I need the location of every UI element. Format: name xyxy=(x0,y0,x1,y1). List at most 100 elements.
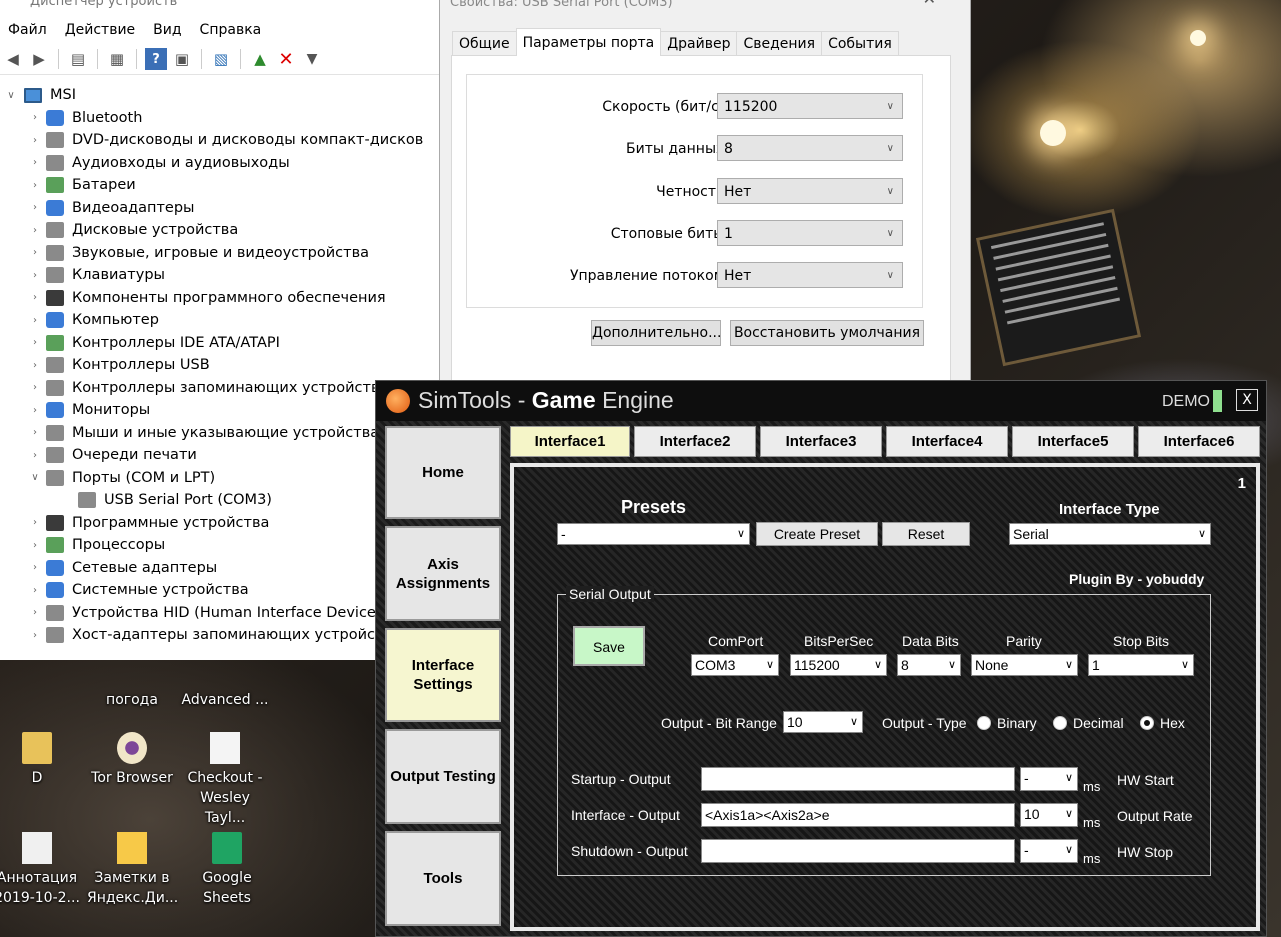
radio-decimal-icon[interactable] xyxy=(1053,716,1067,730)
chevron-right-icon[interactable]: › xyxy=(28,540,42,551)
chevron-right-icon[interactable]: › xyxy=(28,337,42,348)
chevron-right-icon[interactable]: › xyxy=(28,202,42,213)
chevron-right-icon[interactable]: › xyxy=(28,270,42,281)
desktop-icon-yandex-notes[interactable]: Заметки в Яндекс.Ди... xyxy=(87,832,178,908)
tab-events[interactable]: События xyxy=(821,31,899,56)
chevron-right-icon[interactable]: › xyxy=(28,247,42,258)
desktop-icon-annotation[interactable]: Аннотация 2019-10-2... xyxy=(0,832,82,908)
tab-interface2[interactable]: Interface2 xyxy=(634,426,756,457)
menu-view[interactable]: Вид xyxy=(153,22,181,38)
data-bits-select[interactable]: 8 ∨ xyxy=(717,135,903,161)
close-button[interactable]: X xyxy=(1236,389,1258,411)
side-interface-settings-button[interactable]: Interface Settings xyxy=(385,628,501,722)
chevron-right-icon[interactable]: › xyxy=(28,225,42,236)
databits-select[interactable]: 8 ∨ xyxy=(897,654,961,676)
side-home-button[interactable]: Home xyxy=(385,426,501,519)
tree-item[interactable]: › Контроллеры запоминающих устройств xyxy=(0,377,440,400)
startup-output-input[interactable] xyxy=(701,767,1015,791)
stopbits-select[interactable]: 1 ∨ xyxy=(1088,654,1194,676)
tab-interface1[interactable]: Interface1 xyxy=(510,426,630,457)
shutdown-ms-select[interactable]: - ∨ xyxy=(1020,839,1078,863)
menu-action[interactable]: Действие xyxy=(65,22,135,38)
desktop-icon-google-sheets[interactable]: Google Sheets xyxy=(182,832,272,908)
view-icon[interactable]: ▣ xyxy=(171,48,193,70)
chevron-right-icon[interactable]: › xyxy=(28,562,42,573)
chevron-right-icon[interactable]: › xyxy=(28,630,42,641)
restore-defaults-button[interactable]: Восстановить умолчания xyxy=(730,320,924,346)
save-button[interactable]: Save xyxy=(573,626,645,666)
scan-hardware-icon[interactable]: ▧ xyxy=(210,48,232,70)
menu-help[interactable]: Справка xyxy=(200,22,262,38)
tab-interface5[interactable]: Interface5 xyxy=(1012,426,1134,457)
radio-hex[interactable]: Hex xyxy=(1140,715,1185,731)
chevron-right-icon[interactable]: › xyxy=(28,292,42,303)
tree-item[interactable]: › Батареи xyxy=(0,174,440,197)
bitspersec-select[interactable]: 115200 ∨ xyxy=(790,654,887,676)
radio-binary[interactable]: Binary xyxy=(977,715,1037,731)
properties-icon[interactable]: ▤ xyxy=(67,48,89,70)
chevron-right-icon[interactable]: › xyxy=(28,427,42,438)
interface-ms-select[interactable]: 10 ∨ xyxy=(1020,803,1078,827)
chevron-right-icon[interactable]: › xyxy=(28,315,42,326)
tree-item[interactable]: › Сетевые адаптеры xyxy=(0,557,440,580)
tree-item[interactable]: › Звуковые, игровые и видеоустройства xyxy=(0,242,440,265)
tree-item[interactable]: › Мониторы xyxy=(0,399,440,422)
advanced-button[interactable]: Дополнительно... xyxy=(591,320,721,346)
chevron-right-icon[interactable]: › xyxy=(28,180,42,191)
update-driver-icon[interactable]: ▲ xyxy=(249,48,271,70)
tree-item[interactable]: › Bluetooth xyxy=(0,107,440,130)
download-icon[interactable]: ▼ xyxy=(301,48,323,70)
chevron-right-icon[interactable]: › xyxy=(28,360,42,371)
document-icon[interactable]: ▦ xyxy=(106,48,128,70)
tab-interface4[interactable]: Interface4 xyxy=(886,426,1008,457)
tree-item[interactable]: › Видеоадаптеры xyxy=(0,197,440,220)
parity-select[interactable]: Нет ∨ xyxy=(717,178,903,204)
chevron-right-icon[interactable]: › xyxy=(28,112,42,123)
chevron-down-icon[interactable]: ∨ xyxy=(28,472,42,483)
parity-select[interactable]: None ∨ xyxy=(971,654,1078,676)
desktop-icon-advanced[interactable]: Advanced ... xyxy=(180,690,270,710)
tab-driver[interactable]: Драйвер xyxy=(660,31,738,56)
desktop-icon-weather[interactable]: погода xyxy=(87,690,177,710)
help-icon[interactable]: ? xyxy=(145,48,167,70)
tree-item[interactable]: › Дисковые устройства xyxy=(0,219,440,242)
tree-item[interactable]: › Контроллеры USB xyxy=(0,354,440,377)
desktop-icon-tor-browser[interactable]: Tor Browser xyxy=(87,732,177,788)
interface-output-input[interactable]: <Axis1a><Axis2a>e xyxy=(701,803,1015,827)
tree-item[interactable]: › DVD-дисководы и дисководы компакт-диско… xyxy=(0,129,440,152)
tree-root[interactable]: ∨ MSI xyxy=(0,84,440,107)
chevron-right-icon[interactable]: › xyxy=(28,405,42,416)
baud-rate-select[interactable]: 115200 ∨ xyxy=(717,93,903,119)
side-tools-button[interactable]: Tools xyxy=(385,831,501,926)
chevron-right-icon[interactable]: › xyxy=(28,517,42,528)
side-axis-assignments-button[interactable]: Axis Assignments xyxy=(385,526,501,621)
chevron-right-icon[interactable]: › xyxy=(28,450,42,461)
forward-icon[interactable]: ▶ xyxy=(28,48,50,70)
tab-interface6[interactable]: Interface6 xyxy=(1138,426,1260,457)
chevron-right-icon[interactable]: › xyxy=(28,382,42,393)
stop-bits-select[interactable]: 1 ∨ xyxy=(717,220,903,246)
tree-item[interactable]: › Компьютер xyxy=(0,309,440,332)
tree-item[interactable]: › Компоненты программного обеспечения xyxy=(0,287,440,310)
tree-item[interactable]: › Аудиовходы и аудиовыходы xyxy=(0,152,440,175)
radio-decimal[interactable]: Decimal xyxy=(1053,715,1124,731)
shutdown-output-input[interactable] xyxy=(701,839,1015,863)
tree-item[interactable]: › Мыши и иные указывающие устройства xyxy=(0,422,440,445)
chevron-down-icon[interactable]: ∨ xyxy=(4,90,18,101)
preset-select[interactable]: - ∨ xyxy=(557,523,750,545)
flow-control-select[interactable]: Нет ∨ xyxy=(717,262,903,288)
close-icon[interactable]: ✕ xyxy=(923,0,936,7)
interface-type-select[interactable]: Serial ∨ xyxy=(1009,523,1211,545)
tree-item[interactable]: › Программные устройства xyxy=(0,512,440,535)
tree-item[interactable]: › Клавиатуры xyxy=(0,264,440,287)
tab-interface3[interactable]: Interface3 xyxy=(760,426,882,457)
startup-ms-select[interactable]: - ∨ xyxy=(1020,767,1078,791)
tree-item[interactable]: › Системные устройства xyxy=(0,579,440,602)
tree-item[interactable]: › Процессоры xyxy=(0,534,440,557)
tree-item[interactable]: › Контроллеры IDE ATA/ATAPI xyxy=(0,332,440,355)
chevron-right-icon[interactable]: › xyxy=(28,585,42,596)
chevron-right-icon[interactable]: › xyxy=(28,135,42,146)
tree-item[interactable]: USB Serial Port (COM3) xyxy=(0,489,440,512)
radio-hex-icon[interactable] xyxy=(1140,716,1154,730)
desktop-icon-checkout[interactable]: Checkout - Wesley Tayl... xyxy=(180,732,270,828)
